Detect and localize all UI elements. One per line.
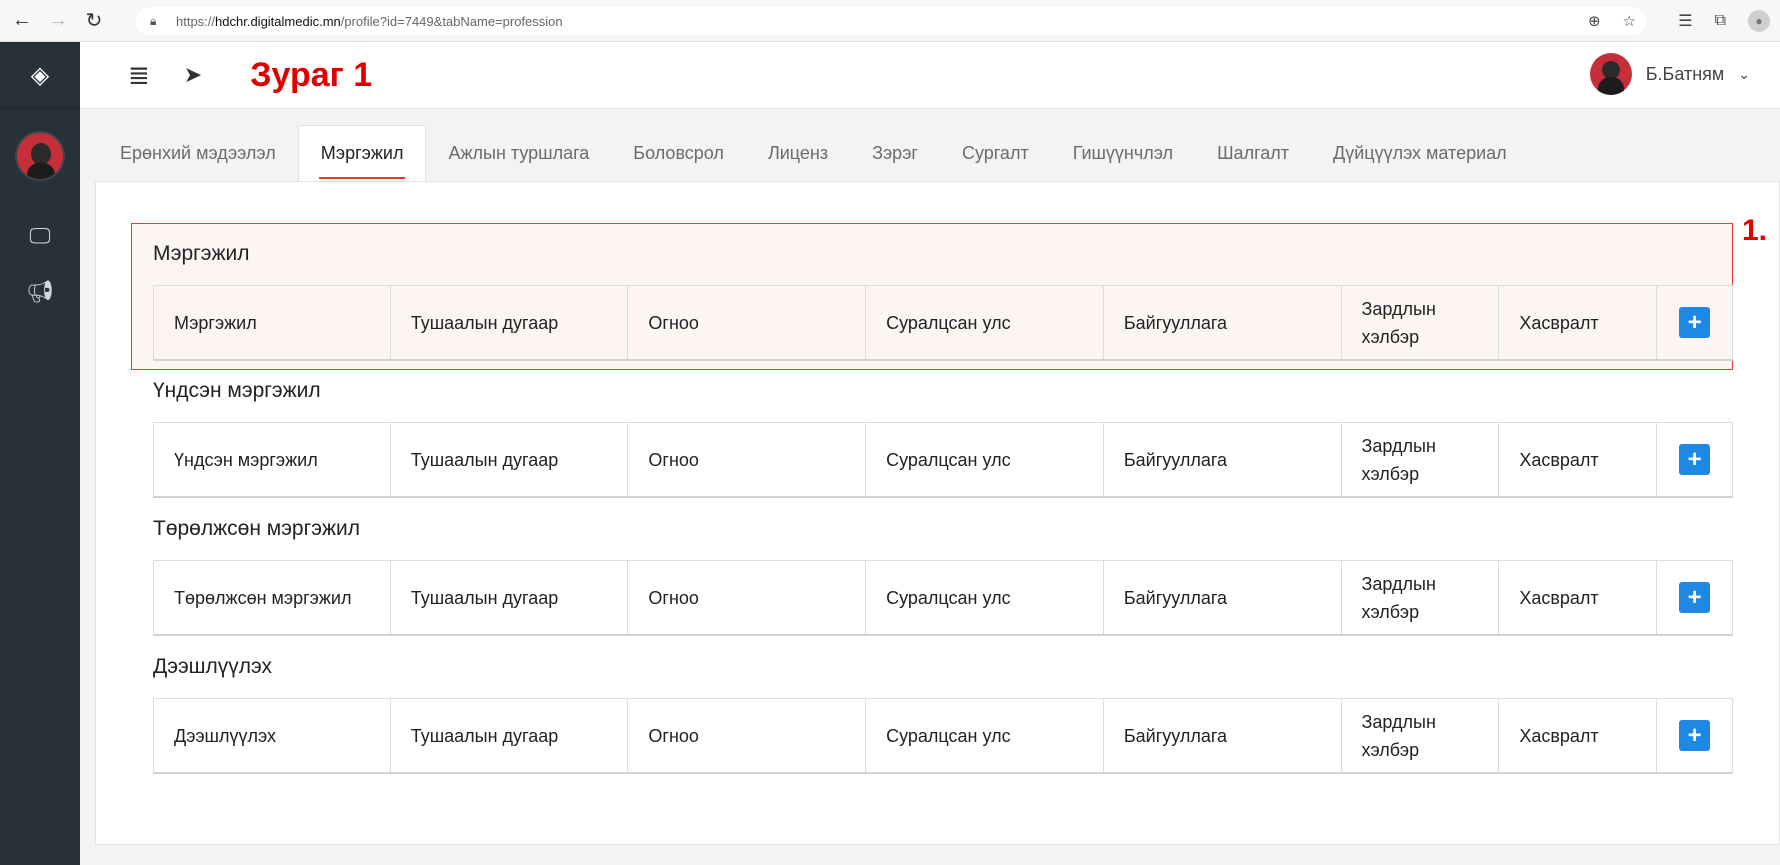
column-header: Суралцсан улс	[866, 286, 1104, 359]
figure-title: Зураг 1	[250, 55, 373, 94]
column-header: Огноо	[628, 286, 867, 359]
tab-general-info[interactable]: Ерөнхий мэдээлэл	[98, 125, 298, 181]
chevron-down-icon: ⌄	[1738, 65, 1750, 82]
profile-tabs: Ерөнхий мэдээлэл Мэргэжил Ажлын туршлага…	[98, 125, 1529, 181]
app-logo-icon[interactable]: ◈	[0, 42, 80, 109]
column-header: Огноо	[628, 699, 867, 772]
tab-exam[interactable]: Шалгалт	[1195, 125, 1311, 181]
column-header: Дээшлүүлэх	[154, 699, 391, 772]
reload-icon[interactable]: ↻	[80, 7, 108, 35]
sidebar: ◈ 🖵︎ 📢︎	[0, 42, 80, 865]
main-profession-table-header: Үндсэн мэргэжил Тушаалын дугаар Огноо Су…	[153, 422, 1733, 498]
tab-membership[interactable]: Гишүүнчлэл	[1051, 125, 1195, 181]
forward-arrow-icon[interactable]: →	[44, 7, 72, 35]
profession-table-header: Мэргэжил Тушаалын дугаар Огноо Суралцсан…	[153, 285, 1733, 361]
add-cell: +	[1657, 286, 1732, 359]
paper-plane-icon[interactable]: ➤	[184, 62, 202, 88]
column-header: Байгууллага	[1104, 286, 1342, 359]
tab-profession[interactable]: Мэргэжил	[297, 125, 427, 181]
sidebar-avatar[interactable]	[15, 131, 65, 181]
column-header: Суралцсан улс	[866, 423, 1104, 496]
tab-license[interactable]: Лиценз	[746, 125, 850, 181]
column-header: Үндсэн мэргэжил	[154, 423, 391, 496]
column-header: Суралцсан улс	[866, 699, 1104, 772]
section-title-advancement: Дээшлүүлэх	[153, 655, 272, 678]
column-header: Хасвралт	[1499, 561, 1658, 634]
section-title-profession: Мэргэжил	[153, 242, 250, 265]
column-header: Тушаалын дугаар	[391, 286, 629, 359]
column-header: Тушаалын дугаар	[391, 561, 629, 634]
top-header: ≣ ➤ Зураг 1 Б.Батням ⌄	[80, 42, 1780, 109]
column-header-label: Зардлын хэлбэр	[1361, 711, 1436, 760]
add-cell: +	[1657, 423, 1732, 496]
url-scheme: https://	[176, 13, 216, 29]
column-header: Огноо	[628, 423, 867, 496]
column-header: Байгууллага	[1104, 561, 1342, 634]
column-header: Мэргэжил	[154, 286, 391, 359]
tab-education[interactable]: Боловсрол	[611, 125, 746, 181]
tab-equivalence-material[interactable]: Дүйцүүлэх материал	[1311, 125, 1529, 181]
url-path: /profile?id=7449&tabName=profession	[340, 13, 563, 29]
annotation-number: 1.	[1742, 214, 1768, 247]
specialized-profession-table-header: Төрөлжсөн мэргэжил Тушаалын дугаар Огноо…	[153, 560, 1733, 636]
section-title-specialized-profession: Төрөлжсөн мэргэжил	[153, 517, 361, 540]
collections-icon[interactable]: ⧉	[1715, 12, 1726, 30]
add-specialized-profession-button[interactable]: +	[1679, 582, 1711, 613]
column-header-label: Зардлын хэлбэр	[1361, 435, 1436, 484]
column-header: Зардлын хэлбэр	[1342, 286, 1500, 359]
column-header: Төрөлжсөн мэргэжил	[154, 561, 391, 634]
user-menu[interactable]: Б.Батням ⌄	[1589, 53, 1750, 95]
column-header-label: Зардлын хэлбэр	[1361, 298, 1436, 347]
advancement-table-header: Дээшлүүлэх Тушаалын дугаар Огноо Суралцс…	[153, 698, 1733, 774]
favorites-icon[interactable]: ☰	[1678, 11, 1692, 31]
back-arrow-icon[interactable]: ←	[8, 7, 36, 35]
url-host: hdchr.digitalmedic.mn	[215, 13, 341, 29]
address-bar[interactable]: 🔒︎ https://hdchr.digitalmedic.mn/profile…	[136, 7, 1646, 35]
add-advancement-button[interactable]: +	[1679, 720, 1711, 751]
tab-training[interactable]: Сургалт	[940, 125, 1051, 181]
add-cell: +	[1657, 699, 1732, 772]
user-name: Б.Батням	[1645, 63, 1725, 84]
column-header: Зардлын хэлбэр	[1342, 423, 1500, 496]
column-header: Суралцсан улс	[866, 561, 1104, 634]
lock-icon: 🔒︎	[150, 14, 157, 28]
column-header: Байгууллага	[1104, 423, 1342, 496]
browser-toolbar: ← → ↻ 🔒︎ https://hdchr.digitalmedic.mn/p…	[0, 0, 1780, 42]
column-header: Зардлын хэлбэр	[1342, 561, 1500, 634]
column-header: Тушаалын дугаар	[391, 423, 629, 496]
column-header-label: Зардлын хэлбэр	[1361, 573, 1436, 622]
hamburger-menu-icon[interactable]: ≣	[128, 60, 150, 91]
column-header: Зардлын хэлбэр	[1342, 699, 1500, 772]
monitor-icon[interactable]: 🖵︎	[0, 223, 80, 249]
column-header: Хасвралт	[1499, 423, 1658, 496]
column-header: Хасвралт	[1499, 699, 1658, 772]
tab-degree[interactable]: Зэрэг	[850, 125, 940, 181]
zoom-icon[interactable]: ⊕	[1588, 12, 1601, 30]
megaphone-icon[interactable]: 📢︎	[0, 279, 80, 305]
column-header: Тушаалын дугаар	[391, 699, 629, 772]
favorite-add-icon[interactable]: ☆	[1623, 12, 1636, 30]
add-profession-button[interactable]: +	[1679, 307, 1711, 338]
add-main-profession-button[interactable]: +	[1679, 444, 1711, 475]
column-header: Хасвралт	[1499, 286, 1658, 359]
add-cell: +	[1657, 561, 1732, 634]
column-header: Байгууллага	[1104, 699, 1342, 772]
column-header: Огноо	[628, 561, 867, 634]
section-title-main-profession: Үндсэн мэргэжил	[153, 379, 321, 402]
tab-work-experience[interactable]: Ажлын туршлага	[426, 125, 611, 181]
user-avatar	[1589, 53, 1632, 95]
browser-profile-icon[interactable]: ●	[1748, 10, 1770, 32]
